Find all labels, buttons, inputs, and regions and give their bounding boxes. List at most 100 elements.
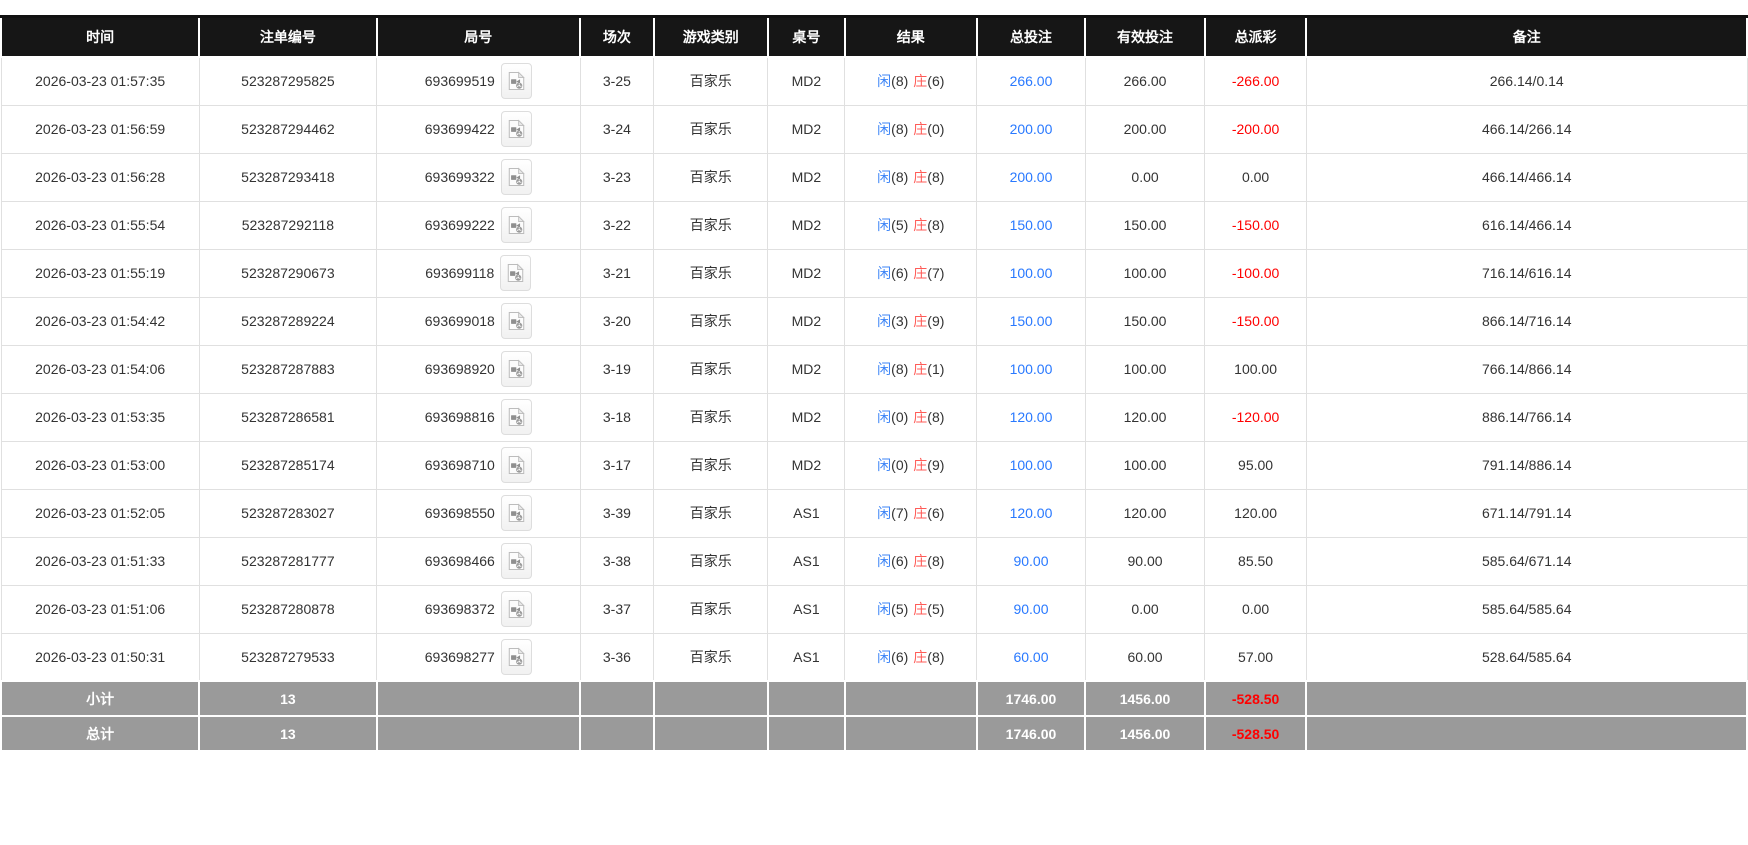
summary-empty-cell (375, 715, 582, 752)
valid-bet-cell: 90.00 (1084, 536, 1206, 586)
summary-empty-cell (1305, 715, 1748, 752)
video-replay-button[interactable] (500, 399, 532, 435)
video-replay-button[interactable] (500, 495, 532, 531)
player-result-score: (3) (891, 313, 909, 329)
table-no-cell: MD2 (767, 152, 846, 202)
player-result-label: 闲 (877, 409, 892, 425)
player-result-label: 闲 (877, 169, 892, 185)
table-no-cell: MD2 (767, 200, 846, 250)
column-header-total_payout: 总派彩 (1203, 16, 1308, 58)
result-cell: 闲(0) 庄(8) (844, 392, 978, 442)
banker-result-score: (1) (927, 361, 945, 377)
summary-empty-cell (579, 680, 655, 717)
time-cell: 2026-03-23 01:50:31 (0, 632, 200, 682)
bet-id-cell: 523287290673 (198, 248, 378, 298)
video-replay-button[interactable] (500, 447, 532, 483)
result-cell: 闲(8) 庄(0) (844, 104, 978, 154)
total-bet-cell: 120.00 (976, 392, 1086, 442)
summary-total-bet-cell: 1746.00 (975, 715, 1087, 752)
session-cell: 3-38 (579, 536, 655, 586)
total-bet-cell: 100.00 (976, 248, 1086, 298)
round-id-cell: 693698277 (376, 632, 581, 682)
result-cell: 闲(6) 庄(8) (844, 536, 978, 586)
time-cell: 2026-03-23 01:54:06 (0, 344, 200, 394)
round-id-cell: 693698710 (376, 440, 581, 490)
player-result-label: 闲 (877, 73, 892, 90)
game-type-cell: 百家乐 (653, 296, 769, 346)
bet-id-cell: 523287286581 (198, 392, 378, 442)
bet-id-cell: 523287295825 (198, 56, 378, 106)
time-cell: 2026-03-23 01:57:35 (0, 56, 200, 106)
player-result-score: (6) (891, 648, 909, 665)
result-cell: 闲(5) 庄(5) (844, 584, 978, 634)
bet-id-cell: 523287292118 (198, 200, 378, 250)
session-cell: 3-18 (579, 392, 655, 442)
player-result-label: 闲 (877, 505, 892, 521)
remark-cell: 466.14/266.14 (1305, 104, 1748, 154)
valid-bet-cell: 266.00 (1084, 56, 1206, 106)
column-header-remark: 备注 (1305, 16, 1748, 58)
remark-cell: 585.64/585.64 (1305, 584, 1748, 634)
video-replay-button[interactable] (500, 255, 532, 291)
video-replay-file-icon (508, 359, 525, 379)
remark-cell: 791.14/886.14 (1305, 440, 1748, 490)
round-id-cell: 693699519 (376, 56, 581, 106)
video-replay-button[interactable] (500, 591, 532, 627)
summary-valid-bet-cell: 1456.00 (1084, 680, 1206, 717)
summary-empty-cell (652, 715, 769, 752)
bet-id-cell: 523287285174 (198, 440, 378, 490)
column-header-result: 结果 (843, 16, 978, 58)
bet-history-page: 时间 注单编号 局号 场次 游戏类别 桌号 结果 总投注 有效投注 总派彩 备注 2026-03-2… (0, 0, 1748, 752)
valid-bet-cell: 60.00 (1084, 632, 1206, 682)
round-id-value: 693698710 (424, 457, 495, 473)
valid-bet-cell: 0.00 (1084, 584, 1206, 634)
video-replay-file-icon (508, 407, 525, 427)
remark-cell: 466.14/466.14 (1305, 152, 1748, 202)
summary-empty-cell (843, 715, 978, 752)
game-type-cell: 百家乐 (653, 344, 769, 394)
round-id-cell: 693698466 (376, 536, 581, 586)
video-replay-button[interactable] (500, 638, 532, 675)
summary-empty-cell (843, 680, 978, 717)
round-id-cell: 693699018 (376, 296, 581, 346)
game-type-cell: 百家乐 (653, 488, 769, 538)
banker-result-score: (8) (927, 648, 945, 665)
result-cell: 闲(3) 庄(9) (844, 296, 978, 346)
remark-cell: 766.14/866.14 (1305, 344, 1748, 394)
player-result-label: 闲 (877, 553, 892, 569)
round-id-value: 693699018 (424, 313, 495, 329)
banker-result-label: 庄 (913, 457, 928, 473)
result-cell: 闲(6) 庄(8) (844, 632, 978, 682)
banker-result-label: 庄 (913, 361, 928, 377)
table-no-cell: AS1 (767, 584, 846, 634)
video-replay-button[interactable] (500, 159, 532, 195)
summary-total-bet-cell: 1746.00 (975, 680, 1087, 717)
video-replay-button[interactable] (500, 303, 532, 339)
total-bet-cell: 120.00 (976, 488, 1086, 538)
game-type-cell: 百家乐 (653, 584, 769, 634)
player-result-score: (8) (891, 73, 909, 90)
total-bet-cell: 150.00 (976, 200, 1086, 250)
video-replay-button[interactable] (500, 111, 532, 147)
total-payout-cell: 120.00 (1204, 488, 1307, 538)
session-cell: 3-37 (579, 584, 655, 634)
valid-bet-cell: 100.00 (1084, 440, 1206, 490)
video-replay-button[interactable] (500, 63, 532, 100)
total-bet-cell: 90.00 (976, 536, 1086, 586)
bet-id-cell: 523287294462 (198, 104, 378, 154)
table-header: 时间 注单编号 局号 场次 游戏类别 桌号 结果 总投注 有效投注 总派彩 备注 (0, 16, 1748, 58)
game-type-cell: 百家乐 (653, 392, 769, 442)
video-replay-button[interactable] (500, 351, 532, 387)
session-cell: 3-20 (579, 296, 655, 346)
total-payout-cell: -200.00 (1204, 104, 1307, 154)
round-id-cell: 693699118 (376, 248, 581, 298)
video-replay-button[interactable] (500, 207, 532, 243)
video-replay-file-icon (508, 311, 525, 331)
result-cell: 闲(0) 庄(9) (844, 440, 978, 490)
bet-record-row: 2026-03-23 01:52:05 523287283027 6936985… (0, 488, 1748, 538)
session-cell: 3-19 (579, 344, 655, 394)
banker-result-label: 庄 (913, 313, 928, 329)
video-replay-button[interactable] (500, 543, 532, 579)
total-bet-cell: 60.00 (976, 632, 1086, 682)
player-result-label: 闲 (877, 361, 892, 377)
